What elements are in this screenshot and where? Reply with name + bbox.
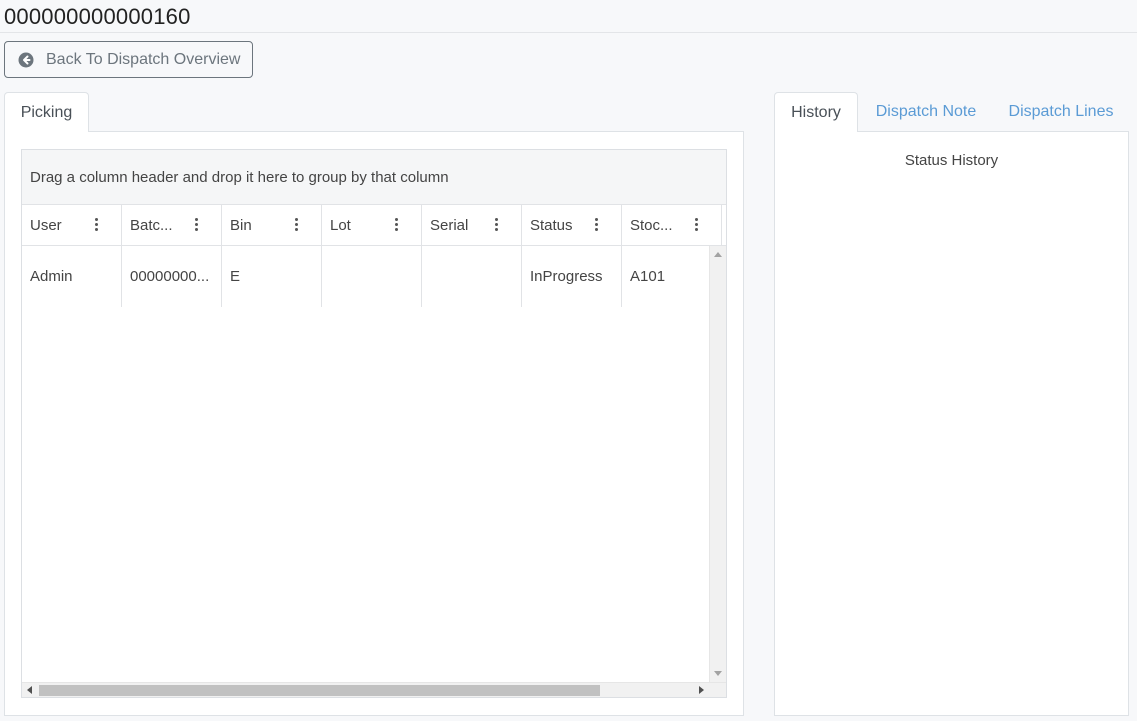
column-menu-icon[interactable] <box>295 218 299 232</box>
column-menu-icon[interactable] <box>595 218 599 232</box>
column-header-label: Status <box>530 216 573 234</box>
history-panel <box>774 131 1129 716</box>
tab-dispatch-note-label: Dispatch Note <box>875 103 977 120</box>
back-button-label: Back To Dispatch Overview <box>46 50 241 68</box>
cell-stock: A101 <box>630 268 666 285</box>
tab-history-label: History <box>791 103 841 121</box>
cell-batch: 00000000... <box>122 246 222 307</box>
vertical-scrollbar[interactable] <box>709 246 726 682</box>
column-header-label: Bin <box>230 216 252 234</box>
group-hint-text: Drag a column header and drop it here to… <box>30 168 449 186</box>
title-divider <box>0 32 1137 33</box>
column-header-label: Lot <box>330 216 351 234</box>
tab-picking[interactable]: Picking <box>4 92 89 132</box>
arrow-circle-left-icon <box>18 52 34 68</box>
column-header-label: Stoc... <box>630 216 673 234</box>
scroll-right-icon[interactable] <box>699 686 704 694</box>
column-header-label: Serial <box>430 216 469 234</box>
scroll-left-icon[interactable] <box>27 686 32 694</box>
column-header-status[interactable]: Status <box>522 205 622 245</box>
group-by-drop-area[interactable]: Drag a column header and drop it here to… <box>22 150 726 205</box>
back-to-dispatch-overview-button[interactable]: Back To Dispatch Overview <box>4 41 253 78</box>
scroll-down-icon[interactable] <box>714 671 722 676</box>
tab-dispatch-lines[interactable]: Dispatch Lines <box>998 92 1124 132</box>
cell-bin: E <box>222 246 322 307</box>
horizontal-scroll-thumb[interactable] <box>39 685 600 696</box>
column-header-batch[interactable]: Batc... <box>122 205 222 245</box>
cell-status: InProgress <box>522 246 622 307</box>
cell-user: Admin <box>22 246 122 307</box>
column-header-user[interactable]: User <box>22 205 122 245</box>
column-header-lot[interactable]: Lot <box>322 205 422 245</box>
column-header-label: User <box>30 216 62 234</box>
cell-lot <box>322 246 422 307</box>
grid-header-row: User Batc... Bin Lot Serial Status Stoc.… <box>22 205 726 246</box>
column-header-label: Batc... <box>130 216 173 234</box>
tab-picking-label: Picking <box>20 103 73 121</box>
column-menu-icon[interactable] <box>195 218 199 232</box>
column-header-serial[interactable]: Serial <box>422 205 522 245</box>
column-menu-icon[interactable] <box>395 218 399 232</box>
scroll-up-icon[interactable] <box>714 252 722 257</box>
column-menu-icon[interactable] <box>495 218 499 232</box>
tab-dispatch-note[interactable]: Dispatch Note <box>866 92 986 132</box>
tab-dispatch-lines-label: Dispatch Lines <box>1008 103 1114 120</box>
column-menu-icon[interactable] <box>695 218 699 232</box>
table-row[interactable]: Admin 00000000... E InProgress A101 <box>22 246 726 307</box>
column-header-stock[interactable]: Stoc... <box>622 205 722 245</box>
cell-serial <box>422 246 522 307</box>
horizontal-scrollbar[interactable] <box>22 682 726 697</box>
column-menu-icon[interactable] <box>95 218 99 232</box>
page-title: 000000000000160 <box>4 4 191 29</box>
tab-history[interactable]: History <box>774 92 858 132</box>
status-history-heading: Status History <box>904 152 999 169</box>
column-header-bin[interactable]: Bin <box>222 205 322 245</box>
picking-grid: Drag a column header and drop it here to… <box>21 149 727 698</box>
